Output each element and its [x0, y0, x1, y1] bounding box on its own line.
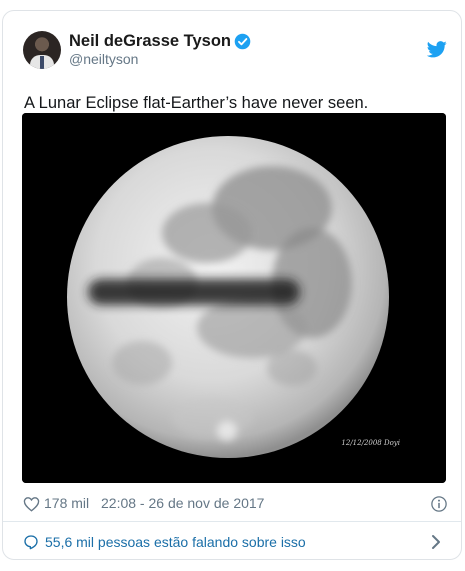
photo-stamp: 12/12/2008 Doyi	[341, 439, 400, 447]
heart-icon[interactable]	[23, 496, 40, 512]
tweet-card[interactable]: Neil deGrasse Tyson @neiltyson A Lunar E…	[2, 10, 462, 560]
avatar-tie	[40, 56, 44, 69]
avatar[interactable]	[23, 31, 61, 69]
divider	[3, 521, 461, 522]
verified-badge-icon	[234, 33, 251, 50]
author-name[interactable]: Neil deGrasse Tyson	[69, 32, 231, 51]
tweet-timestamp[interactable]: 22:08 - 26 de nov de 2017	[101, 495, 264, 511]
tweet-text: A Lunar Eclipse flat-Earther’s have neve…	[24, 94, 369, 112]
talking-count-link[interactable]: 55,6 mil pessoas estão falando sobre iss…	[45, 534, 306, 550]
moon-photo	[22, 113, 446, 483]
chevron-right-icon[interactable]	[429, 534, 443, 550]
speech-bubble-icon	[24, 535, 38, 550]
tweet-actions: 178 mil 22:08 - 26 de nov de 2017	[23, 494, 447, 514]
tweet-image[interactable]: 12/12/2008 Doyi	[22, 113, 446, 483]
eclipse-shadow-bar	[88, 279, 300, 305]
info-icon[interactable]	[430, 495, 448, 513]
author-handle[interactable]: @neiltyson	[69, 51, 138, 67]
conversation-link[interactable]: 55,6 mil pessoas estão falando sobre iss…	[23, 532, 447, 552]
twitter-bird-icon[interactable]	[427, 41, 447, 58]
like-count[interactable]: 178 mil	[44, 495, 89, 511]
